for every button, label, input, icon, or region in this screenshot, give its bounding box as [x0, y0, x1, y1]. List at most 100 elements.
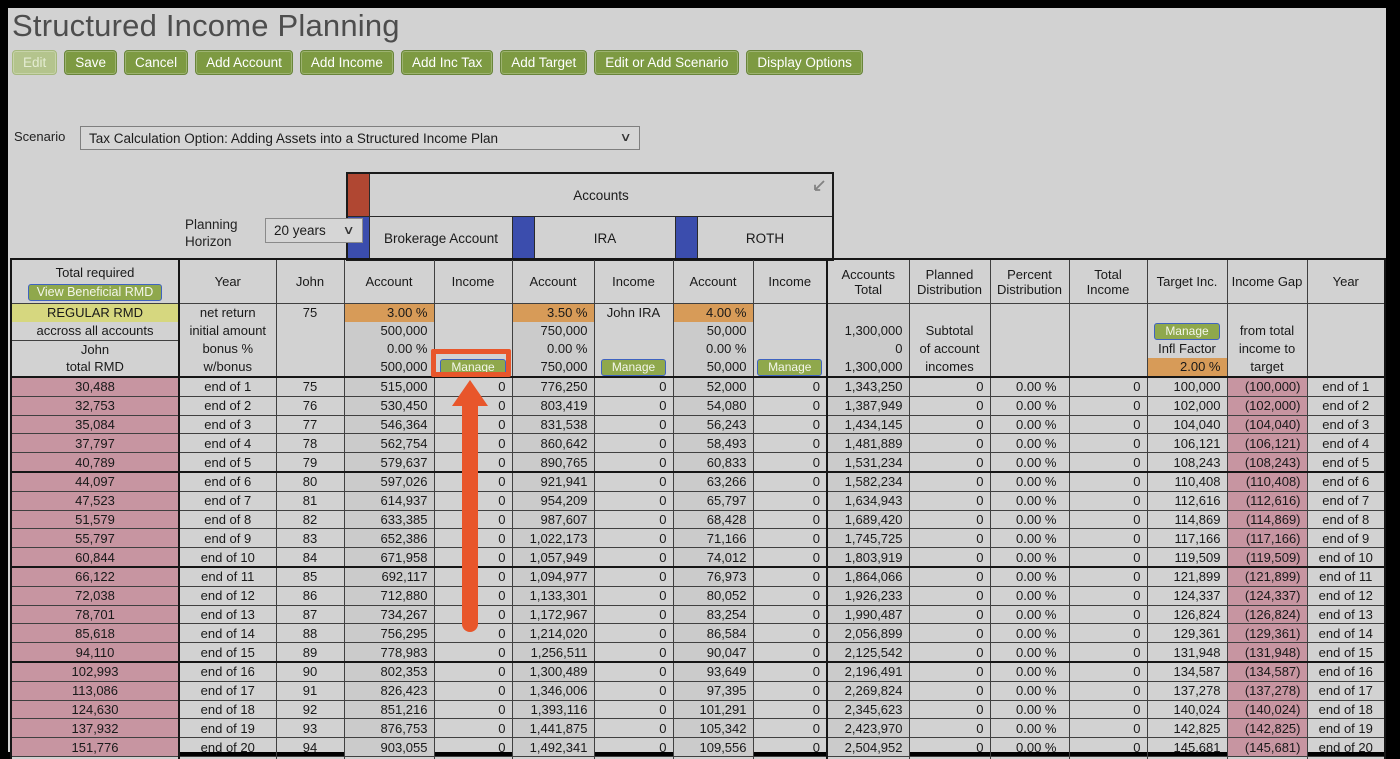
cell: 77 — [275, 414, 345, 435]
cell: 0 — [433, 528, 513, 549]
cell: 109,556 — [672, 737, 754, 757]
cell: 0 — [433, 490, 513, 511]
toolbar-button-add-target[interactable]: Add Target — [500, 50, 588, 75]
roth-blue-bar — [676, 217, 698, 259]
ira-bonus: 0.00 % — [547, 341, 588, 356]
cell: 0.00 % — [989, 470, 1070, 492]
cell: 0 — [1068, 490, 1148, 511]
cell: 0 — [433, 395, 513, 416]
ira-manage-button[interactable]: Manage — [600, 359, 667, 376]
cell: 76 — [275, 395, 345, 416]
cell: end of 9 — [178, 528, 277, 549]
planned-dist-note: incomes — [925, 359, 974, 374]
toolbar-button-cancel[interactable]: Cancel — [124, 50, 189, 75]
brokerage-manage-button[interactable]: Manage — [440, 359, 506, 376]
cell: 97,395 — [672, 680, 754, 701]
cell: 0.00 % — [989, 737, 1070, 757]
toolbar-button-display-options[interactable]: Display Options — [746, 50, 863, 75]
cell: 0 — [433, 699, 513, 720]
cell: 52,000 — [672, 376, 754, 397]
cell: 0 — [593, 718, 674, 739]
cell: 0 — [593, 452, 674, 473]
ira-wbonus: 750,000 — [540, 359, 588, 374]
column-header-brokerage-income: Income — [433, 258, 513, 304]
toolbar-button-add-account[interactable]: Add Account — [195, 50, 293, 75]
cell: 987,607 — [511, 509, 595, 530]
table-row: 94,110 end of 15 89 778,983 0 1,256,511 0 90,04… — [10, 642, 1386, 663]
cell: 1,094,977 — [511, 565, 595, 587]
cell: 80,052 — [672, 585, 754, 606]
target-manage-button[interactable]: Manage — [1154, 323, 1220, 340]
cell: 0 — [433, 565, 513, 587]
cell: 1,300,489 — [511, 660, 595, 682]
toolbar-button-save[interactable]: Save — [64, 50, 118, 75]
setup-brokerage-account: 3.00 % 500,000 0.00 % 500,000 — [343, 303, 435, 378]
planned-dist-note: Subtotal — [925, 323, 974, 338]
cell: 0 — [1068, 565, 1148, 587]
roth-manage-button[interactable]: Manage — [757, 359, 823, 376]
collapse-icon[interactable] — [808, 179, 826, 197]
cell: 734,267 — [343, 604, 435, 625]
column-header-accounts-total: Accounts Total — [826, 258, 910, 304]
cell: 0 — [752, 509, 828, 530]
accounts-panel-sections: Brokerage Account IRA ROTH — [348, 217, 832, 259]
cell: 78 — [275, 433, 345, 454]
view-beneficial-rmd-button[interactable]: View Beneficial RMD — [27, 283, 163, 301]
planning-horizon-select[interactable]: 20 years ∨ — [265, 218, 363, 243]
toolbar-button-add-income[interactable]: Add Income — [299, 50, 394, 75]
cell: 0 — [433, 718, 513, 739]
cell: 0 — [908, 642, 991, 663]
cell: 92 — [275, 699, 345, 720]
cell: 65,797 — [672, 490, 754, 511]
toolbar-button-add-inc-tax[interactable]: Add Inc Tax — [400, 50, 494, 75]
cell: 0 — [908, 604, 991, 625]
cell: 134,587 — [1146, 660, 1228, 682]
scenario-label: Scenario — [14, 129, 66, 144]
cell: end of 13 — [1306, 604, 1386, 625]
cell: 1,346,006 — [511, 680, 595, 701]
cell: 1,745,725 — [826, 528, 910, 549]
cell: 0 — [1068, 642, 1148, 663]
cell: end of 19 — [178, 718, 277, 739]
cell: 80 — [275, 470, 345, 492]
cell: 0 — [1068, 718, 1148, 739]
cell: 87 — [275, 604, 345, 625]
cell: end of 19 — [1306, 718, 1386, 739]
cell: 712,880 — [343, 585, 435, 606]
cell: 0 — [752, 718, 828, 739]
regular-rmd-label: REGULAR RMD — [12, 304, 177, 322]
cell: 0 — [433, 376, 513, 397]
cell: end of 8 — [1306, 509, 1386, 530]
cell: 90,047 — [672, 642, 754, 663]
roth-bonus: 0.00 % — [706, 341, 747, 356]
cell: 1,057,949 — [511, 547, 595, 568]
cell: 30,488 — [10, 376, 180, 397]
cell: 778,983 — [343, 642, 435, 663]
section-roth: ROTH — [745, 230, 785, 246]
cell: 562,754 — [343, 433, 435, 454]
cell: end of 6 — [1306, 470, 1386, 492]
setup-accounts-total: 1,300,000 0 1,300,000 — [826, 303, 910, 378]
cell: 2,125,542 — [826, 642, 910, 663]
column-header-roth-account: Account — [672, 258, 754, 304]
cell: 0 — [752, 585, 828, 606]
cell: 546,364 — [343, 414, 435, 435]
cell: 0.00 % — [989, 699, 1070, 720]
cell: 0 — [1068, 528, 1148, 549]
cell: 0.00 % — [989, 623, 1070, 644]
table-row: 66,122 end of 11 85 692,117 0 1,094,977 0 76,97… — [10, 565, 1386, 587]
cell: end of 17 — [178, 680, 277, 701]
cell: 0 — [1068, 699, 1148, 720]
cell: 1,022,173 — [511, 528, 595, 549]
cell: 579,637 — [343, 452, 435, 473]
cell: 0 — [752, 604, 828, 625]
toolbar-button-edit[interactable]: Edit — [12, 50, 58, 75]
cell: 0.00 % — [989, 642, 1070, 663]
scenario-select[interactable]: Tax Calculation Option: Adding Assets in… — [80, 126, 640, 150]
toolbar-button-edit-or-add-scenario[interactable]: Edit or Add Scenario — [594, 50, 740, 75]
cell: 55,797 — [10, 528, 180, 549]
cell: 110,408 — [1146, 470, 1228, 492]
cell: 81 — [275, 490, 345, 511]
cell: 0 — [433, 642, 513, 663]
cell: 60,833 — [672, 452, 754, 473]
